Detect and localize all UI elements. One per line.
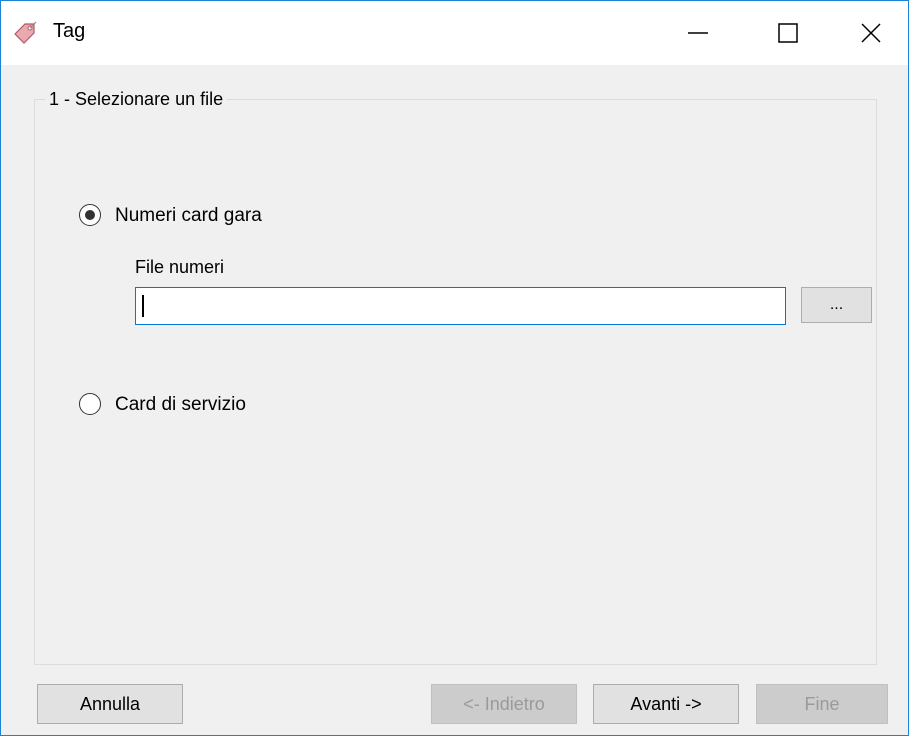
back-button[interactable]: <- Indietro (431, 684, 577, 724)
finish-button[interactable]: Fine (756, 684, 888, 724)
maximize-button[interactable] (743, 1, 833, 65)
radio-label-card-di-servizio[interactable]: Card di servizio (115, 394, 246, 416)
step-title: 1 - Selezionare un file (45, 89, 228, 110)
radio-label-numeri-card-gara[interactable]: Numeri card gara (115, 205, 262, 227)
text-caret (142, 295, 144, 317)
window-title: Tag (53, 20, 86, 42)
radio-selected-dot (85, 210, 95, 220)
close-icon (860, 23, 881, 43)
file-numeri-input[interactable] (135, 287, 786, 325)
minimize-icon (688, 32, 708, 34)
title-bar[interactable]: Tag (1, 1, 908, 65)
close-button[interactable] (833, 1, 908, 65)
file-numeri-label: File numeri (135, 257, 225, 277)
browse-button[interactable]: ... (801, 287, 872, 323)
maximize-icon (778, 23, 798, 43)
step-groupbox (34, 99, 877, 665)
next-button[interactable]: Avanti -> (593, 684, 739, 724)
wizard-window: Tag 1 - Selezionare un file Numeri card … (0, 0, 909, 736)
cancel-button[interactable]: Annulla (37, 684, 183, 724)
radio-card-di-servizio[interactable] (79, 393, 101, 415)
radio-numeri-card-gara[interactable] (79, 204, 101, 226)
tag-icon (12, 20, 38, 46)
minimize-button[interactable] (653, 1, 743, 65)
